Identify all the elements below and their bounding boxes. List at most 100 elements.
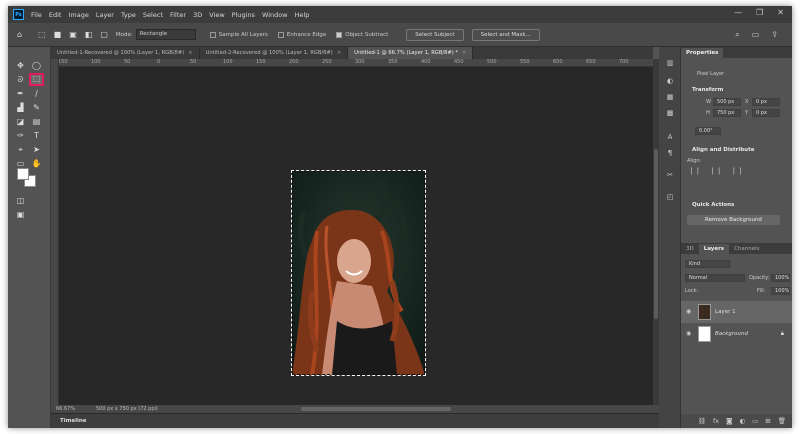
tab-channels[interactable]: Channels [729, 244, 764, 254]
path-selection-icon[interactable]: ⌖ [14, 144, 27, 156]
new-selection-icon[interactable]: ■ [54, 30, 62, 39]
adjustment-icon[interactable]: ◐ [739, 417, 745, 425]
subtract-selection-icon[interactable]: ◧ [85, 30, 93, 39]
menu-edit[interactable]: Edit [49, 11, 62, 19]
menu-window[interactable]: Window [262, 11, 288, 19]
menu-plugins[interactable]: Plugins [232, 11, 255, 19]
width-field[interactable]: 500 px [713, 98, 741, 106]
horizontal-scrollbar-thumb[interactable] [301, 407, 451, 411]
mode-label: Mode: [115, 31, 133, 38]
new-layer-icon[interactable]: ⊞ [765, 417, 770, 425]
scroll-thumb[interactable] [654, 149, 658, 319]
quick-mask-icon[interactable]: ◫ [14, 195, 27, 207]
transform-heading[interactable]: Transform [692, 87, 723, 93]
eye-icon[interactable]: ◉ [686, 308, 691, 315]
swatches-icon[interactable]: ▩ [664, 109, 676, 119]
link-icon[interactable]: ⛓ [698, 417, 706, 425]
tab-3d[interactable]: 3D [681, 244, 699, 254]
align-icons[interactable]: ▕▏▕▏▕▏ [687, 168, 751, 175]
add-selection-icon[interactable]: ▣ [69, 30, 77, 39]
enhance-edge-box[interactable] [277, 31, 284, 38]
mode-select[interactable]: Rectangle [135, 29, 196, 40]
sample-all-layers-box[interactable] [209, 31, 216, 38]
intersect-selection-icon[interactable]: ▢ [100, 30, 108, 39]
menu-help[interactable]: Help [295, 11, 310, 19]
menu-type[interactable]: Type [121, 11, 136, 19]
tab-layers[interactable]: Layers [698, 244, 730, 254]
layer-filter-select[interactable]: Kind [685, 260, 730, 268]
tools-icon[interactable]: ✂ [664, 171, 676, 181]
restore-button[interactable]: ❐ [756, 8, 763, 17]
remove-background-button[interactable]: Remove Background [687, 215, 780, 225]
type-tool-icon[interactable]: T [30, 130, 43, 142]
menu-select[interactable]: Select [143, 11, 163, 19]
character-icon[interactable]: A [664, 133, 676, 143]
fx-icon[interactable]: fx [713, 417, 719, 425]
move-tool-icon[interactable]: ✥ [14, 60, 27, 72]
foreground-color-swatch[interactable] [17, 168, 29, 180]
object-subtract-box[interactable] [336, 31, 343, 38]
quick-actions-heading[interactable]: Quick Actions [692, 202, 734, 208]
eye-icon[interactable]: ◉ [686, 330, 691, 337]
lock-icon: 🔒︎ [780, 330, 784, 337]
ellipse-marquee-icon[interactable]: ◯ [30, 60, 43, 72]
menu-image[interactable]: Image [68, 11, 88, 19]
sample-all-layers-checkbox[interactable]: Sample All Layers [209, 31, 268, 38]
menu-view[interactable]: View [209, 11, 224, 19]
history-brush-icon[interactable]: ✎ [30, 102, 43, 114]
y-field[interactable]: 0 px [752, 109, 780, 117]
minimize-button[interactable]: — [734, 8, 742, 17]
mask-icon[interactable]: ◙ [726, 417, 732, 425]
pen-tool-icon[interactable]: ✑ [14, 130, 27, 142]
tab-untitled-1[interactable]: Untitled-1 @ 66.7% (Layer 1, RGB/8#) * × [348, 47, 474, 59]
layer-row-layer-1[interactable]: ◉ Layer 1 [681, 301, 792, 323]
lasso-tool-icon[interactable]: ᘐ [14, 74, 27, 86]
close-button[interactable]: ✕ [777, 8, 784, 17]
eyedropper-icon[interactable]: ✒ [14, 88, 27, 100]
object-selection-tool-icon[interactable]: ⬚ [29, 73, 44, 86]
gradient-icon[interactable]: ▤ [30, 116, 43, 128]
opacity-field[interactable]: 100% [771, 274, 790, 282]
direct-select-icon[interactable]: ➤ [30, 144, 43, 156]
adjustments-icon[interactable]: ◐ [664, 77, 676, 87]
layer-row-background[interactable]: ◉ Background 🔒︎ [681, 323, 792, 345]
group-icon[interactable]: ▭ [752, 417, 758, 425]
object-selection-tool-preset-icon[interactable]: ⬚ [38, 30, 46, 39]
libraries-icon[interactable]: ▦ [664, 93, 676, 103]
fill-field[interactable]: 100% [771, 287, 790, 295]
brush-tool-icon[interactable]: ∕ [30, 88, 43, 100]
close-icon[interactable]: × [188, 50, 192, 56]
search-icon[interactable]: ⌕ [735, 30, 739, 40]
hand-tool-icon[interactable]: ✋ [30, 158, 43, 170]
home-icon[interactable]: ⌂ [17, 30, 22, 39]
object-subtract-checkbox[interactable]: Object Subtract [336, 31, 388, 38]
workspace-icon[interactable]: ▭ [752, 30, 760, 40]
navigator-icon[interactable]: ◰ [664, 193, 676, 203]
menu-filter[interactable]: Filter [170, 11, 186, 19]
share-icon[interactable]: ⇪ [771, 30, 778, 40]
enhance-edge-checkbox[interactable]: Enhance Edge [277, 31, 326, 38]
align-heading[interactable]: Align and Distribute [692, 147, 754, 153]
menu-layer[interactable]: Layer [96, 11, 114, 19]
tab-properties[interactable]: Properties [681, 48, 724, 58]
timeline-tab[interactable]: Timeline [60, 418, 87, 424]
stamp-tool-icon[interactable]: ▟ [14, 102, 27, 114]
trash-icon[interactable]: 🗑︎ [778, 417, 786, 425]
blend-mode-select[interactable]: Normal [685, 274, 745, 282]
tab-untitled-1-recovered[interactable]: Untitled-1-Recovered @ 100% (Layer 1, RG… [51, 47, 200, 59]
select-and-mask-button[interactable]: Select and Mask... [471, 28, 540, 41]
history-icon[interactable]: ▥ [664, 59, 676, 69]
select-subject-button[interactable]: Select Subject [406, 28, 464, 41]
height-field[interactable]: 750 px [713, 109, 741, 117]
menu-file[interactable]: File [31, 11, 42, 19]
close-icon[interactable]: × [462, 50, 466, 56]
eraser-icon[interactable]: ◪ [14, 116, 27, 128]
x-field[interactable]: 0 px [752, 98, 780, 106]
tab-untitled-2-recovered[interactable]: Untitled-2-Recovered @ 100% (Layer 1, RG… [200, 47, 349, 59]
zoom-level[interactable]: 66.67% [56, 406, 75, 412]
screen-mode-icon[interactable]: ▣ [14, 209, 27, 221]
close-icon[interactable]: × [337, 50, 341, 56]
paragraph-icon[interactable]: ¶ [664, 149, 676, 159]
angle-field[interactable]: 0.00° [695, 127, 721, 135]
menu-3d[interactable]: 3D [193, 11, 202, 19]
